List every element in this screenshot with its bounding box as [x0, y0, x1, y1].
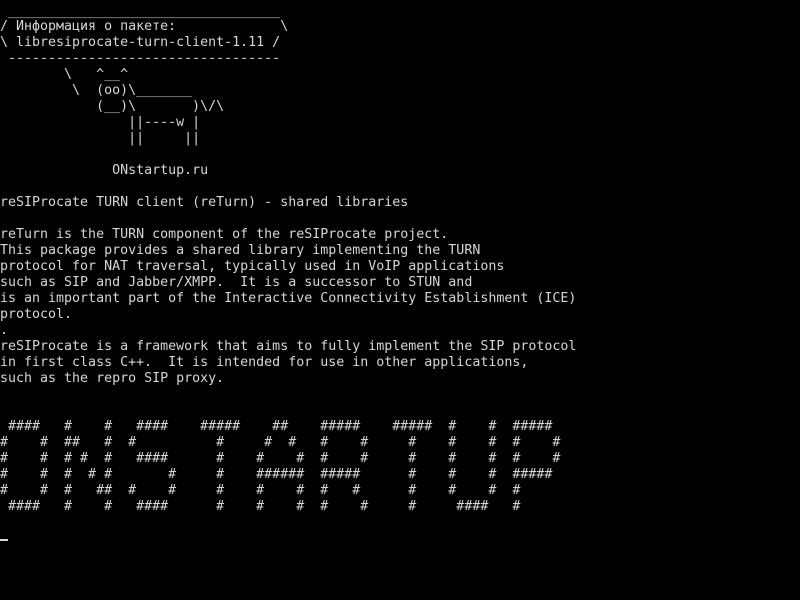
- cow-art-line-2: \ (oo)\_______: [0, 83, 193, 98]
- site-name: ONstartup.ru: [0, 163, 209, 178]
- description-line: This package provides a shared library i…: [0, 243, 481, 258]
- description-line: reSIProcate is a framework that aims to …: [0, 339, 577, 354]
- cowsay-bubble-bottom: ----------------------------------: [0, 51, 281, 66]
- description-line: .: [0, 323, 9, 338]
- description-line: reTurn is the TURN component of the reSI…: [0, 227, 449, 242]
- description-line: is an important part of the Interactive …: [0, 291, 577, 306]
- description-line: in first class C++. It is intended for u…: [0, 355, 529, 370]
- cowsay-bubble-top: __________________________________: [0, 4, 281, 19]
- banner-art-line-4: # # # # # # # ###### ##### # # # #####: [0, 467, 553, 482]
- package-summary: reSIProcate TURN client (reTurn) - share…: [0, 195, 409, 210]
- cow-art-line-4: ||----w |: [0, 115, 201, 130]
- banner-art-line-3: # # # # # #### # # # # # # # # # #: [0, 451, 561, 466]
- text-cursor: [0, 539, 8, 541]
- cowsay-bubble-line-2: \ libresiprocate-turn-client-1.11 /: [0, 35, 281, 50]
- banner-art-line-2: # # ## # # # # # # # # # # # #: [0, 435, 561, 450]
- description-line: such as SIP and Jabber/XMPP. It is a suc…: [0, 275, 473, 290]
- banner-art-line-5: # # # ## # # # # # # # # # # #: [0, 483, 521, 498]
- cowsay-bubble-line-1: / Информация о пакете: \: [0, 19, 289, 34]
- terminal-screen[interactable]: __________________________________ / Инф…: [0, 0, 800, 600]
- description-line: protocol.: [0, 307, 73, 322]
- banner-art-line-1: #### # # #### ##### ## ##### ##### # # #…: [0, 419, 553, 434]
- banner-art-line-6: #### # # #### # # # # # # #### #: [0, 499, 521, 514]
- cow-art-line-1: \ ^__^: [0, 67, 129, 82]
- description-line: protocol for NAT traversal, typically us…: [0, 259, 505, 274]
- cow-art-line-5: || ||: [0, 131, 201, 146]
- cow-art-line-3: (__)\ )\/\: [0, 99, 225, 114]
- description-line: such as the repro SIP proxy.: [0, 371, 225, 386]
